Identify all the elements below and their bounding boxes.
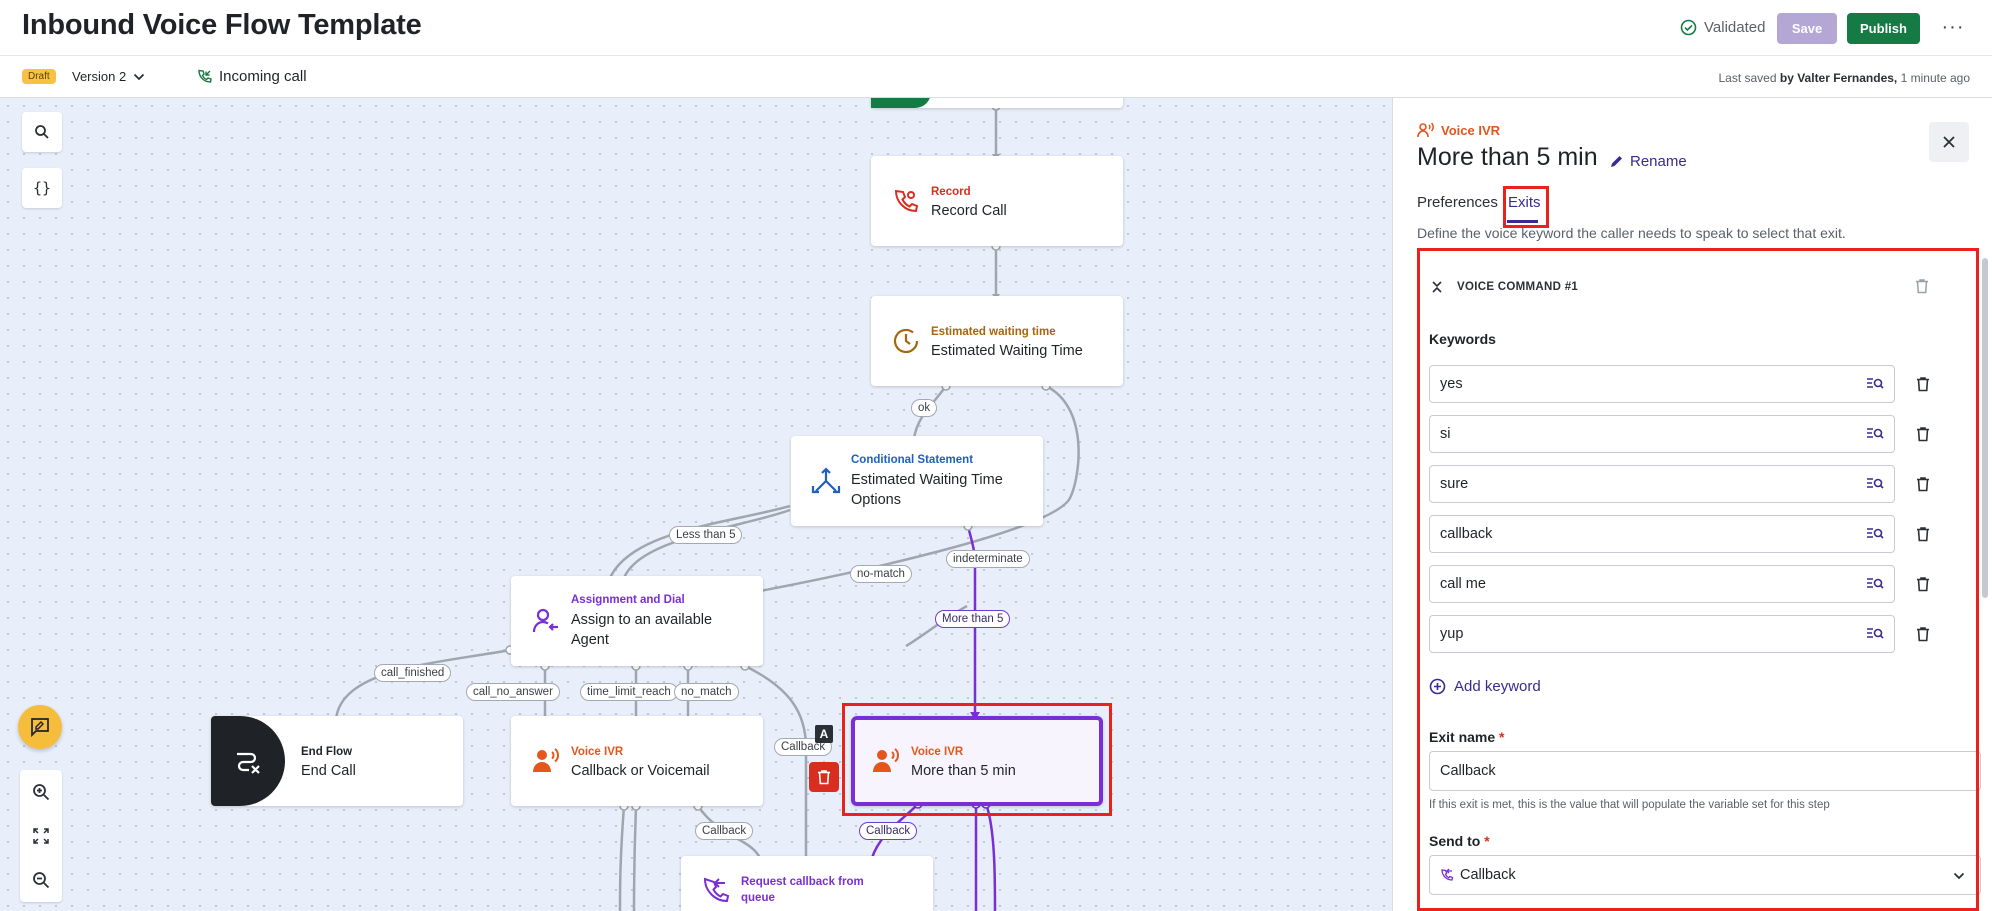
top-bar: Inbound Voice Flow Template Validated Sa… — [0, 0, 1992, 56]
zoom-out-icon — [33, 872, 50, 889]
close-icon — [1943, 136, 1955, 148]
search-canvas-button[interactable] — [22, 112, 62, 152]
end-node-accent — [211, 716, 285, 806]
edge-label-less-than-5: Less than 5 — [669, 526, 743, 544]
panel-scrollbar[interactable] — [1982, 258, 1988, 598]
node-name: Callback or Voicemail — [571, 763, 710, 779]
feedback-icon — [31, 718, 49, 737]
zoom-in-button[interactable] — [20, 770, 62, 814]
start-node-accent — [871, 98, 931, 108]
version-selector[interactable]: Version 2 — [72, 69, 146, 84]
node-name: Record Call — [931, 203, 1007, 219]
zoom-controls — [20, 770, 62, 902]
flow-node-end[interactable]: End Flow End Call — [211, 716, 463, 806]
split-icon — [809, 464, 843, 498]
fit-view-button[interactable] — [20, 814, 62, 858]
chevron-down-icon — [134, 73, 145, 80]
flow-node-conditional[interactable]: Conditional Statement Estimated Waiting … — [791, 436, 1043, 526]
more-options-button[interactable]: ··· — [1938, 12, 1968, 42]
selected-node-highlight — [842, 703, 1112, 816]
agent-assign-icon — [529, 604, 563, 638]
edge-label-more-than-5: More than 5 — [935, 610, 1011, 628]
flow-node-waiting-time[interactable]: Estimated waiting time Estimated Waiting… — [871, 296, 1123, 386]
edge-label-callback-3: Callback — [859, 822, 918, 840]
edge-label-indeterminate: indeterminate — [946, 550, 1030, 568]
voice-ivr-icon — [529, 744, 563, 778]
version-label: Version 2 — [72, 69, 127, 84]
flow-node-start[interactable] — [871, 98, 1123, 108]
node-type: Record — [931, 186, 971, 198]
save-button[interactable]: Save — [1777, 13, 1837, 44]
flow-node-request-callback[interactable]: Request callback from queue — [681, 856, 933, 911]
edge-label-call-finished: call_finished — [374, 664, 452, 682]
panel-type-label: Voice IVR — [1441, 122, 1501, 138]
last-saved-info: Last saved by Valter Fernandes, 1 minute… — [1718, 71, 1970, 85]
variables-button[interactable]: {} — [22, 168, 62, 208]
check-circle-icon — [1680, 19, 1697, 36]
node-name: Estimated Waiting Time Options — [851, 472, 1003, 508]
flow-node-assignment[interactable]: Assignment and Dial Assign to an availab… — [511, 576, 763, 666]
zoom-in-icon — [33, 784, 50, 801]
node-type: Voice IVR — [571, 746, 624, 758]
exits-description: Define the voice keyword the caller need… — [1417, 225, 1846, 241]
saved-time: 1 minute ago — [1900, 71, 1970, 85]
edge-label-call-no-answer: call_no_answer — [466, 683, 560, 701]
sub-bar: Draft Version 2 Incoming call Last saved… — [0, 56, 1992, 98]
node-name: Estimated Waiting Time — [931, 343, 1083, 359]
voice-ivr-icon — [1417, 122, 1434, 138]
edge-label-ok: ok — [911, 399, 938, 417]
node-label-badge: A — [815, 725, 833, 743]
saved-prefix: Last saved — [1718, 71, 1777, 85]
validation-status: Validated — [1680, 19, 1765, 36]
phone-record-icon — [889, 184, 923, 218]
tab-preferences[interactable]: Preferences — [1417, 194, 1498, 211]
search-icon — [35, 125, 49, 139]
tab-highlight — [1503, 186, 1549, 228]
incoming-call-icon — [198, 69, 212, 83]
node-type: Estimated waiting time — [931, 326, 1056, 338]
panel-node-name: More than 5 min — [1417, 143, 1598, 171]
validated-label: Validated — [1704, 19, 1766, 36]
node-type: Request callback from queue — [741, 876, 864, 904]
more-icon: ··· — [1941, 15, 1965, 38]
flow-node-callback-voicemail[interactable]: Voice IVR Callback or Voicemail — [511, 716, 763, 806]
rename-label: Rename — [1630, 153, 1687, 170]
node-type: Conditional Statement — [851, 454, 974, 466]
panel-node-type: Voice IVR — [1417, 122, 1500, 138]
trigger-label: Incoming call — [219, 68, 307, 85]
close-panel-button[interactable] — [1929, 122, 1969, 162]
properties-panel: Voice IVR More than 5 min Rename Prefere… — [1392, 98, 1992, 911]
page-title: Inbound Voice Flow Template — [22, 9, 422, 41]
publish-button[interactable]: Publish — [1847, 13, 1920, 44]
status-badge: Draft — [22, 69, 56, 84]
pencil-icon — [1611, 156, 1622, 167]
rename-button[interactable]: Rename — [1609, 153, 1687, 170]
flow-node-record[interactable]: Record Record Call — [871, 156, 1123, 246]
edge-label-no-match: no-match — [850, 565, 912, 583]
node-name: End Call — [301, 763, 356, 779]
node-name: Assign to an available Agent — [571, 612, 713, 648]
zoom-out-button[interactable] — [20, 858, 62, 902]
fit-screen-icon — [33, 828, 49, 844]
braces-icon: {} — [32, 179, 52, 197]
callback-icon — [699, 873, 733, 907]
edge-label-time-limit: time_limit_reach — [580, 683, 678, 701]
delete-node-button[interactable] — [809, 762, 839, 792]
trigger-info: Incoming call — [196, 68, 307, 85]
saved-by: by Valter Fernandes, — [1779, 71, 1898, 85]
node-type: End Flow — [301, 746, 353, 758]
edge-label-callback-2: Callback — [695, 822, 754, 840]
edge-label-no-match-2: no_match — [674, 683, 739, 701]
flow-canvas[interactable]: Record Record Call Estimated waiting tim… — [0, 98, 1392, 911]
node-type: Assignment and Dial — [571, 594, 685, 606]
clock-icon — [889, 324, 923, 358]
exit-section-highlight — [1417, 248, 1979, 911]
feedback-button[interactable] — [18, 705, 62, 749]
end-flow-icon — [237, 752, 260, 774]
trash-icon — [818, 770, 830, 785]
